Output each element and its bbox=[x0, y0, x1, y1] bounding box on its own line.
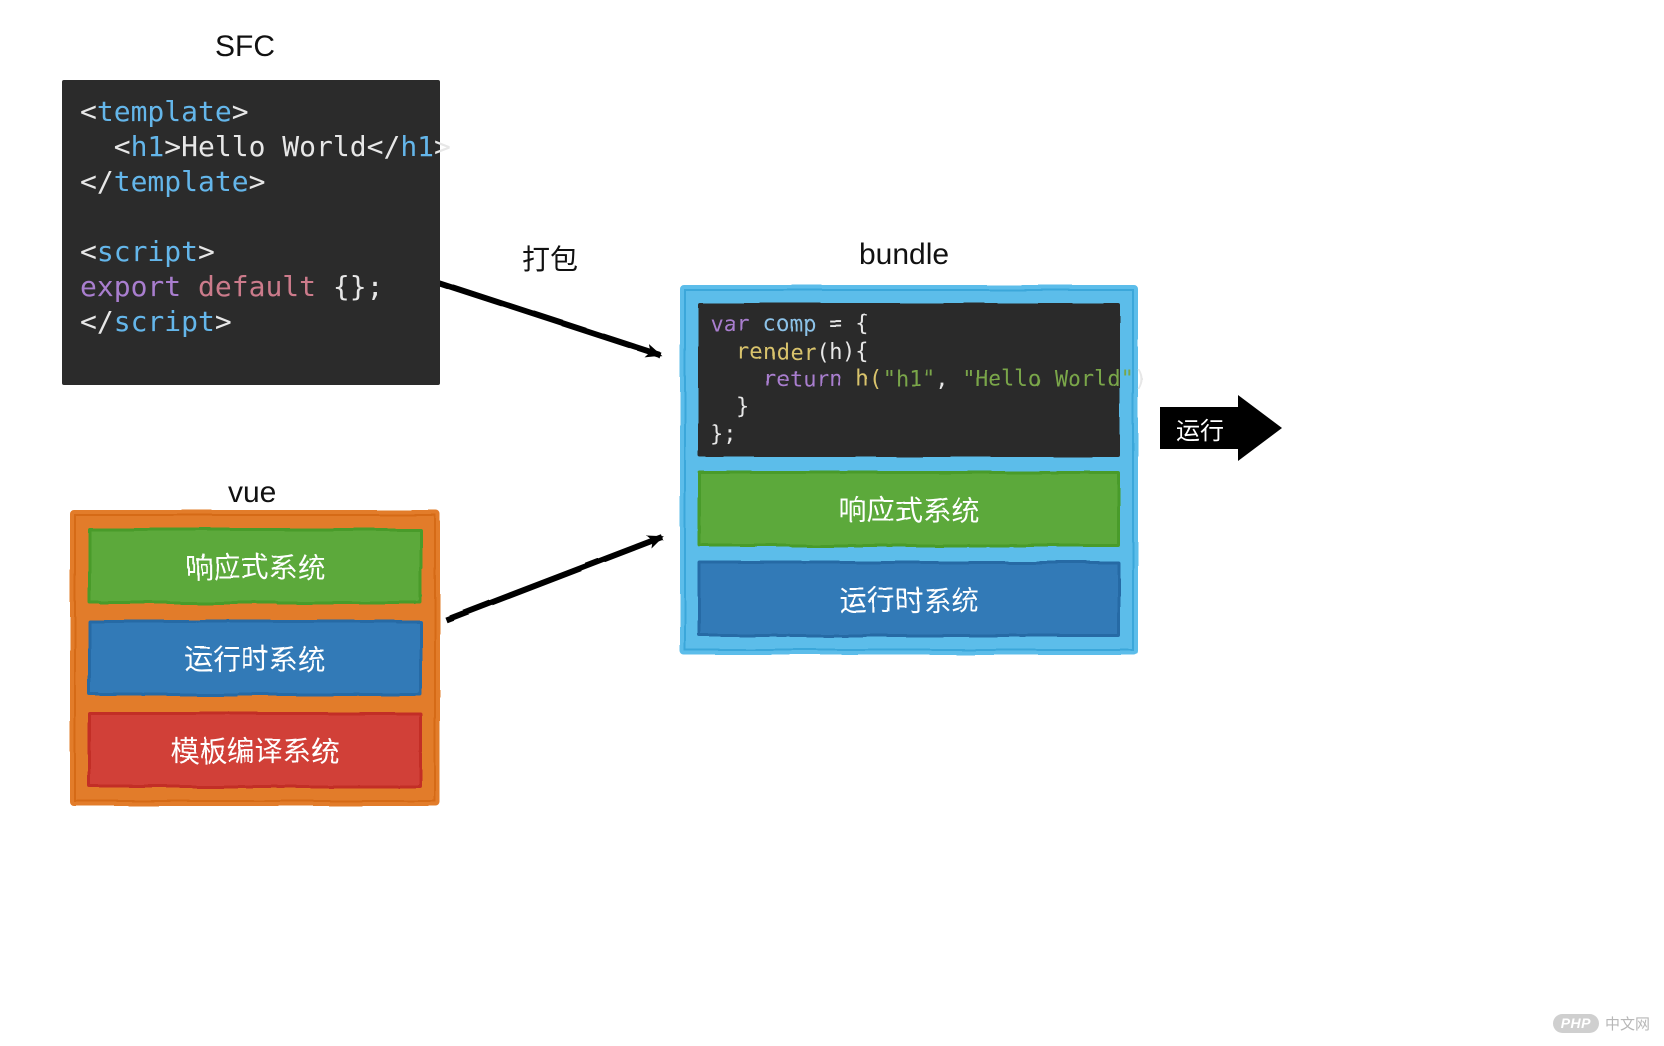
sfc-template-open: template bbox=[97, 95, 232, 128]
bundle-eq: = { bbox=[829, 312, 869, 337]
vue-runtime-label: 运行时系统 bbox=[185, 638, 325, 678]
watermark-text: 中文网 bbox=[1605, 1013, 1650, 1034]
vue-compiler-box: 模板编译系统 bbox=[88, 712, 422, 788]
sfc-h1-text: Hello World bbox=[181, 130, 366, 163]
arrow-run-head-icon bbox=[1238, 395, 1282, 461]
watermark: PHP 中文网 bbox=[1553, 1013, 1650, 1034]
vue-container: 响应式系统 运行时系统 模板编译系统 bbox=[70, 510, 440, 806]
bundle-reactive-box: 响应式系统 bbox=[698, 471, 1120, 547]
arrow-run: 运行 bbox=[1160, 395, 1282, 461]
arrow-run-shaft: 运行 bbox=[1160, 407, 1240, 449]
title-bundle: bundle bbox=[859, 238, 949, 272]
title-vue: vue bbox=[228, 476, 276, 510]
bundle-return-kw: return bbox=[763, 367, 842, 392]
sfc-script-open: script bbox=[97, 235, 198, 268]
bundle-container: var comp = { render(h){ return h("h1", "… bbox=[680, 285, 1138, 655]
sfc-export-rest: {}; bbox=[316, 270, 383, 303]
bundle-close2: }; bbox=[710, 422, 737, 447]
bundle-h-close: ) bbox=[1134, 367, 1147, 392]
watermark-php-badge: PHP bbox=[1553, 1014, 1599, 1033]
bundle-var-name: comp bbox=[750, 312, 829, 337]
sfc-export-kw: export bbox=[80, 270, 181, 303]
sfc-code-block: <template> <h1>Hello World</h1> </templa… bbox=[62, 80, 440, 385]
bundle-runtime-box: 运行时系统 bbox=[698, 561, 1120, 637]
vue-compiler-label: 模板编译系统 bbox=[171, 730, 339, 770]
diagram-canvas: SFC vue bundle <template> <h1>Hello Worl… bbox=[0, 0, 1664, 1046]
title-sfc: SFC bbox=[215, 30, 275, 64]
vue-runtime-box: 运行时系统 bbox=[88, 620, 422, 696]
arrow-vue-to-bundle bbox=[446, 537, 662, 620]
arrow-sfc-to-bundle bbox=[430, 280, 660, 355]
label-run: 运行 bbox=[1176, 411, 1224, 446]
bundle-h-open: h( bbox=[842, 367, 882, 392]
bundle-reactive-label: 响应式系统 bbox=[839, 489, 979, 529]
sfc-template-close: template bbox=[114, 165, 249, 198]
bundle-render-args: (h){ bbox=[816, 340, 869, 365]
bundle-code-block: var comp = { render(h){ return h("h1", "… bbox=[698, 303, 1120, 457]
bundle-str2: "Hello World" bbox=[962, 367, 1134, 392]
sfc-h1-close: h1 bbox=[400, 130, 434, 163]
sfc-default-kw: default bbox=[198, 270, 316, 303]
bundle-runtime-label: 运行时系统 bbox=[839, 579, 979, 619]
bundle-var-kw: var bbox=[710, 312, 750, 337]
bundle-close1: } bbox=[710, 395, 750, 420]
bundle-str1: "h1" bbox=[882, 367, 935, 392]
label-package: 打包 bbox=[522, 238, 578, 278]
bundle-sep: , bbox=[935, 367, 962, 392]
bundle-render-fn: render bbox=[737, 340, 816, 365]
vue-reactive-box: 响应式系统 bbox=[88, 528, 422, 604]
sfc-h1-open: h1 bbox=[131, 130, 165, 163]
vue-reactive-label: 响应式系统 bbox=[185, 546, 325, 586]
sfc-script-close: script bbox=[114, 305, 215, 338]
